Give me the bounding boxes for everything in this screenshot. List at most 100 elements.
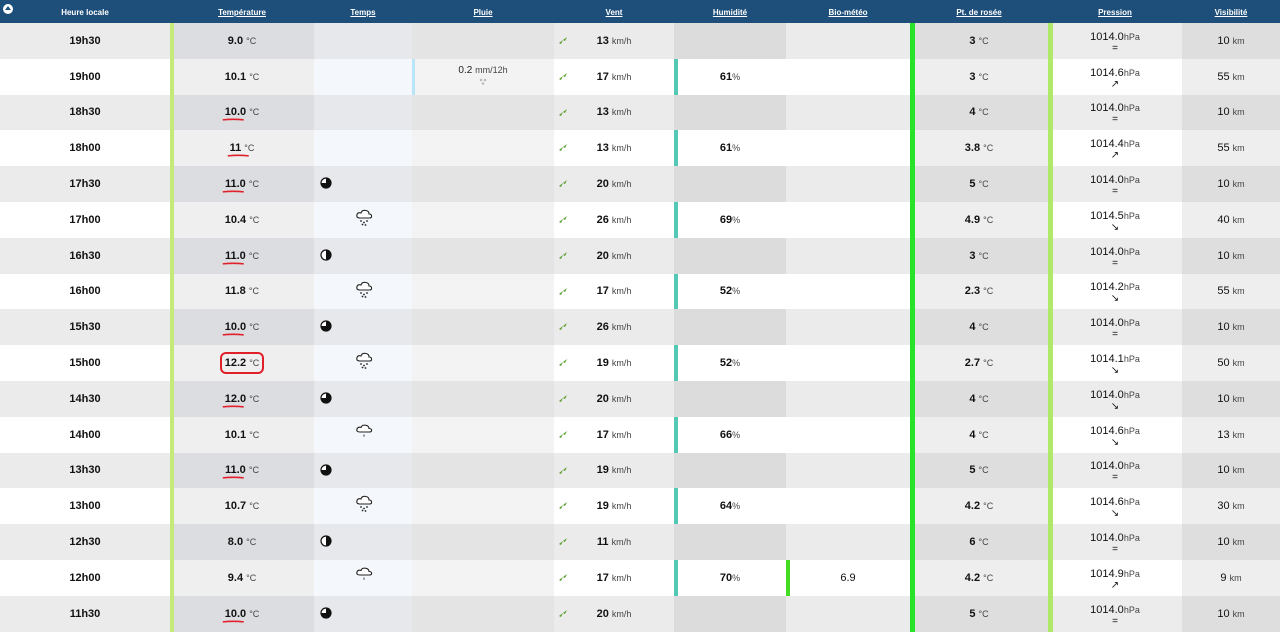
header-label: Humidité [712, 8, 748, 17]
dew-value: 3.8 [964, 142, 981, 155]
temperature-value-wrap: 10.1 °C [225, 71, 260, 83]
visibility-unit: km [1232, 537, 1245, 548]
cell-time: 14h00 [0, 416, 170, 453]
header-label: Pt. de rosée [956, 8, 1002, 17]
cell-dew-point: 4 °C [910, 380, 1048, 417]
dew-value: 6 [969, 536, 976, 549]
rain-color-bar [412, 58, 415, 95]
cloud-snow-icon [356, 281, 373, 298]
table-row: 12h00 9.4 °C 17 km/h 70% 6.9 4.2 °C 1014.9hPa ↗… [0, 559, 1280, 596]
temperature-value: 8.0 [227, 536, 244, 549]
cell-rain [412, 380, 554, 417]
visibility-unit: km [1232, 501, 1245, 512]
temperature-unit: °C [249, 608, 260, 619]
dew-value: 2.3 [964, 285, 981, 298]
pressure-trend-icon: = [1112, 544, 1118, 556]
header-point-de-rosee[interactable]: Pt. de rosée [910, 0, 1048, 23]
cell-humidity: 61% [674, 130, 786, 167]
visibility-unit: km [1232, 465, 1245, 476]
wind-value: 20 [596, 607, 609, 620]
table-row: 16h00 11.8 °C 17 km/h 52% 2.3 °C 1014.2hPa ↘ 55… [0, 273, 1280, 310]
cell-wind: 19 km/h [554, 488, 674, 525]
dew-color-bar [910, 416, 915, 453]
wind-unit: km/h [611, 250, 632, 261]
header-temps[interactable]: Temps [314, 0, 412, 23]
temperature-unit: °C [249, 393, 260, 404]
visibility-unit: km [1232, 143, 1245, 154]
header-label: Vent [605, 8, 623, 17]
temperature-value-wrap: 10.1 °C [225, 429, 260, 441]
pressure-trend-icon: ↗ [1110, 78, 1120, 90]
pressure-unit: hPa [1123, 282, 1140, 293]
rain-unit: mm/12h [475, 64, 508, 75]
cell-temperature: 11.0 °C [170, 452, 314, 489]
temperature-color-bar [170, 595, 174, 632]
humidity-color-bar [674, 201, 678, 238]
temperature-value-wrap: 12.0 °C [222, 393, 260, 408]
rain-value: 0.2 [458, 64, 473, 76]
pressure-unit: hPa [1123, 318, 1140, 329]
header-heure-locale[interactable]: Heure locale [0, 0, 170, 23]
dew-color-bar [910, 524, 915, 560]
cell-temperature: 9.4 °C [170, 559, 314, 596]
humidity-unit: % [732, 501, 741, 512]
header-visibilite[interactable]: Visibilité [1182, 0, 1280, 23]
header-label: Temps [350, 8, 376, 17]
cell-time: 18h30 [0, 94, 170, 131]
pressure-trend-icon: = [1112, 114, 1118, 126]
temperature-color-bar [170, 94, 174, 131]
table-row: 14h00 10.1 °C 17 km/h 66% 4 °C 1014.6hPa ↘ 13 k… [0, 416, 1280, 453]
pressure-value-wrap: 1014.0hPa = [1048, 601, 1182, 627]
pressure-value-wrap: 1014.0hPa = [1048, 314, 1182, 341]
dew-value: 5 [969, 178, 976, 191]
visibility-value: 10 [1217, 34, 1230, 47]
cell-pressure: 1014.0hPa = [1048, 309, 1182, 346]
pressure-unit: hPa [1123, 139, 1140, 150]
bio-value: 6.9 [840, 571, 856, 584]
humidity-unit: % [732, 429, 741, 440]
cell-bio-meteo [786, 23, 910, 59]
cell-pressure: 1014.0hPa = [1048, 94, 1182, 131]
cell-temperature: 10.7 °C [170, 488, 314, 525]
dew-unit: °C [978, 322, 989, 333]
cell-temperature: 11.0 °C [170, 237, 314, 274]
red-underline-mark [222, 262, 244, 265]
humidity-unit: % [732, 358, 741, 369]
cell-time: 17h00 [0, 201, 170, 238]
header-bio-meteo[interactable]: Bio-météo [786, 0, 910, 23]
pressure-value: 1014.0 [1090, 460, 1124, 473]
pressure-value-wrap: 1014.1hPa ↘ [1048, 350, 1182, 377]
pressure-value: 1014.0 [1090, 245, 1124, 258]
humidity-unit: % [732, 572, 741, 583]
pressure-unit: hPa [1123, 175, 1140, 186]
cell-visibility: 10 km [1182, 237, 1280, 274]
pressure-unit: hPa [1123, 67, 1140, 78]
cell-weather [314, 345, 412, 381]
wind-direction-icon [559, 215, 567, 223]
pressure-value: 1014.6 [1090, 496, 1124, 509]
cell-pressure: 1014.9hPa ↗ [1048, 559, 1182, 596]
cell-temperature: 10.0 °C [170, 595, 314, 632]
wind-value: 20 [596, 178, 609, 191]
header-pluie[interactable]: Pluie [412, 0, 554, 23]
sort-icon[interactable] [2, 3, 14, 15]
header-temperature[interactable]: Température [170, 0, 314, 23]
cell-visibility: 10 km [1182, 524, 1280, 560]
pressure-unit: hPa [1123, 604, 1140, 615]
cell-weather [314, 309, 412, 346]
humidity-unit: % [732, 286, 741, 297]
cell-bio-meteo [786, 237, 910, 274]
temperature-unit: °C [249, 107, 260, 118]
moon-3q-icon [320, 177, 332, 189]
header-vent[interactable]: Vent [554, 0, 674, 23]
header-humidite[interactable]: Humidité [674, 0, 786, 23]
pressure-value: 1014.0 [1090, 532, 1124, 545]
temperature-value-wrap: 11.0 °C [222, 178, 259, 193]
pressure-color-bar [1048, 166, 1053, 202]
header-pression[interactable]: Pression [1048, 0, 1182, 23]
visibility-unit: km [1232, 35, 1245, 46]
table-row: 14h30 12.0 °C 20 km/h 4 °C 1014.0hPa ↘ 10 km [0, 380, 1280, 417]
dew-value: 3 [969, 249, 976, 262]
cell-time: 16h30 [0, 237, 170, 274]
cell-visibility: 9 km [1182, 559, 1280, 596]
